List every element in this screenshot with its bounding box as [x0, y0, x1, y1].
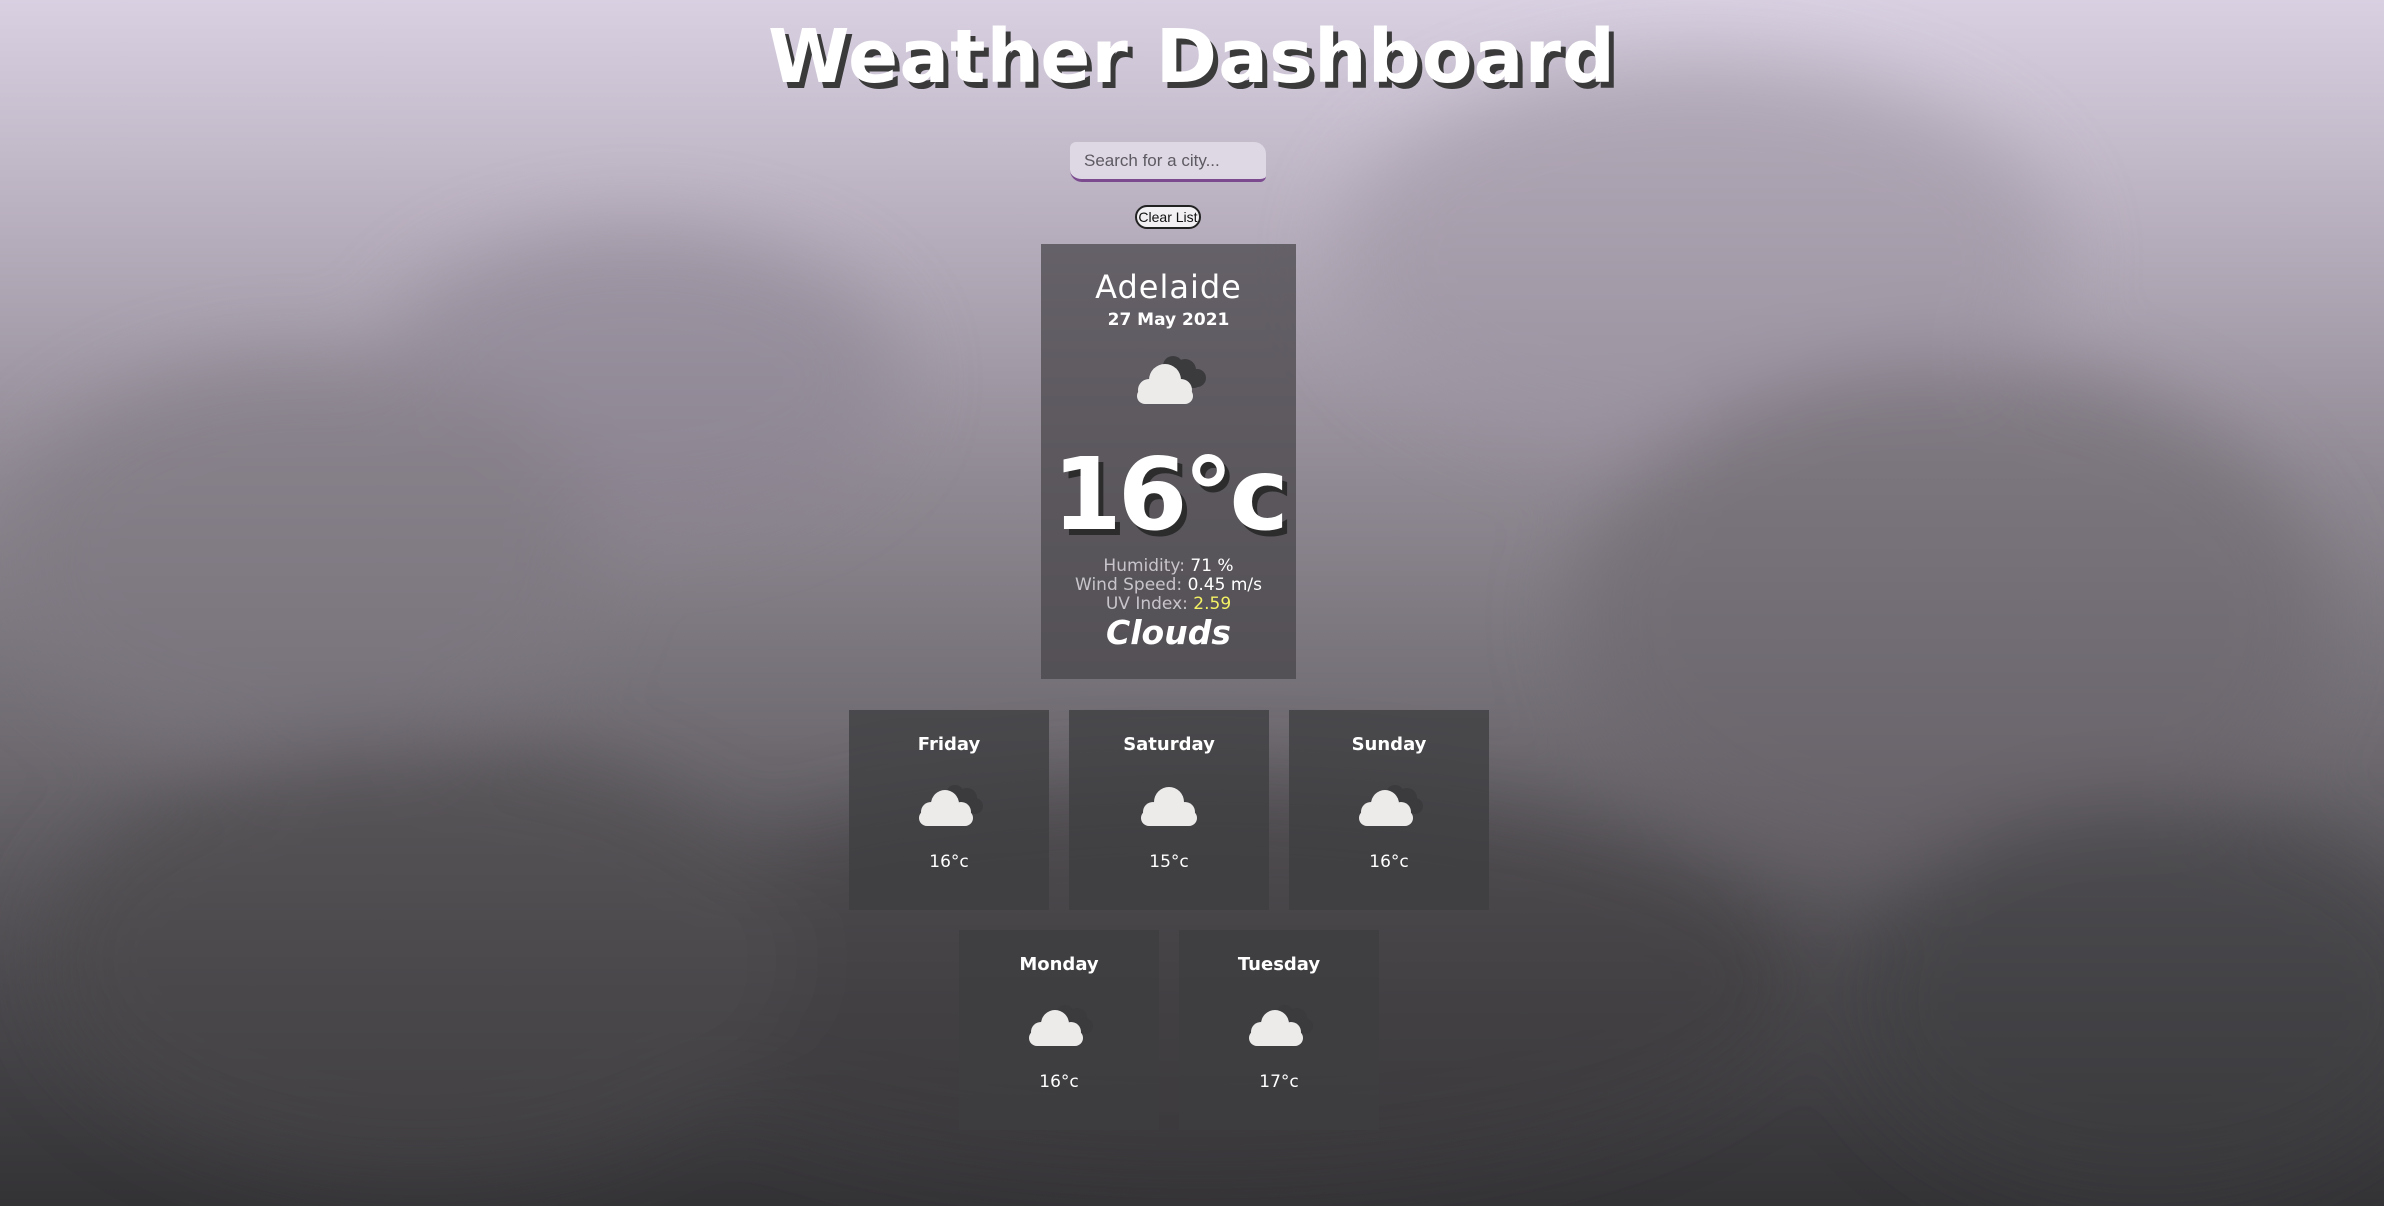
current-weather-card: Adelaide 27 May 2021 16°c Humidity: 71 %…	[1041, 244, 1296, 679]
humidity-row: Humidity: 71 %	[1041, 557, 1296, 576]
forecast-day: Tuesday	[1237, 954, 1321, 975]
wind-label: Wind Speed:	[1075, 575, 1183, 595]
clouds-icon	[1249, 1005, 1313, 1046]
current-temperature: 16°c	[1052, 436, 1288, 553]
clear-list-button[interactable]: Clear List	[1135, 205, 1201, 229]
humidity-value: 71 %	[1190, 556, 1234, 576]
clouds-icon	[1137, 356, 1206, 404]
wind-row: Wind Speed: 0.45 m/s	[1041, 576, 1296, 595]
forecast-card: Saturday 15°c	[1069, 710, 1269, 910]
clouds-icon	[1359, 785, 1423, 826]
uv-label: UV Index:	[1105, 594, 1188, 614]
search-input[interactable]	[1070, 142, 1266, 182]
page-title: Weather Dashboard	[768, 14, 1616, 100]
forecast-day: Sunday	[1351, 734, 1427, 755]
forecast-day: Friday	[917, 734, 981, 755]
cloud-icon	[1141, 787, 1197, 826]
weather-description: Clouds	[1106, 613, 1231, 652]
uv-row: UV Index: 2.59	[1041, 595, 1296, 614]
forecast-card: Friday 16°c	[849, 710, 1049, 910]
current-date: 27 May 2021	[1107, 310, 1230, 330]
forecast-temperature: 15°c	[1149, 852, 1189, 872]
forecast-day: Monday	[1019, 954, 1099, 975]
forecast-card: Sunday 16°c	[1289, 710, 1489, 910]
forecast-temperature: 16°c	[1369, 852, 1409, 872]
forecast-temperature: 17°c	[1259, 1072, 1299, 1092]
humidity-label: Humidity:	[1103, 556, 1185, 576]
forecast-temperature: 16°c	[929, 852, 969, 872]
current-stats: Humidity: 71 % Wind Speed: 0.45 m/s UV I…	[1041, 557, 1296, 614]
forecast-temperature: 16°c	[1039, 1072, 1079, 1092]
clouds-icon	[1029, 1005, 1093, 1046]
uv-value: 2.59	[1193, 594, 1232, 614]
city-name: Adelaide	[1095, 268, 1242, 306]
clouds-icon	[919, 785, 983, 826]
wind-value: 0.45 m/s	[1187, 575, 1262, 595]
forecast-card: Monday 16°c	[959, 930, 1159, 1130]
forecast-card: Tuesday 17°c	[1179, 930, 1379, 1130]
forecast-day: Saturday	[1123, 734, 1215, 755]
